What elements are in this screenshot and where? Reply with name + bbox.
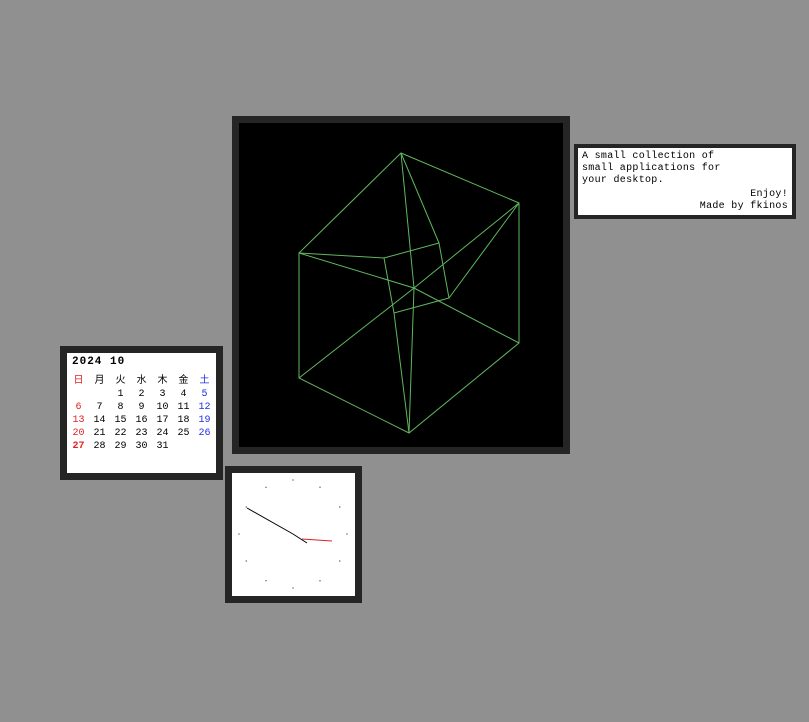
calendar-dow: 日 bbox=[68, 370, 89, 388]
calendar-day: 11 bbox=[173, 401, 194, 414]
calendar-day: 24 bbox=[152, 427, 173, 440]
calendar-day: 18 bbox=[173, 414, 194, 427]
analog-clock-widget[interactable] bbox=[225, 466, 362, 603]
calendar-day: 19 bbox=[194, 414, 215, 427]
calendar-day: 31 bbox=[152, 440, 173, 453]
calendar-day: 20 bbox=[68, 427, 89, 440]
calendar-dow: 水 bbox=[131, 370, 152, 388]
info-note-widget[interactable]: A small collection of small applications… bbox=[574, 144, 796, 219]
calendar-grid: 日月火水木金土 12345678910111213141516171819202… bbox=[68, 370, 215, 453]
calendar-day: 10 bbox=[152, 401, 173, 414]
info-enjoy: Enjoy! bbox=[700, 189, 788, 201]
calendar-title: 2024 10 bbox=[68, 356, 215, 370]
calendar-widget[interactable]: 2024 10 日月火水木金土 123456789101112131415161… bbox=[60, 346, 223, 480]
calendar-day bbox=[89, 388, 110, 401]
calendar-day: 15 bbox=[110, 414, 131, 427]
calendar-day: 12 bbox=[194, 401, 215, 414]
calendar-day: 8 bbox=[110, 401, 131, 414]
wireframe-cube-widget[interactable] bbox=[232, 116, 570, 454]
calendar-day: 23 bbox=[131, 427, 152, 440]
calendar-day: 16 bbox=[131, 414, 152, 427]
calendar-day: 5 bbox=[194, 388, 215, 401]
calendar-day: 30 bbox=[131, 440, 152, 453]
calendar-day: 4 bbox=[173, 388, 194, 401]
info-line: your desktop. bbox=[582, 175, 788, 187]
calendar-day bbox=[173, 440, 194, 453]
calendar-dow: 月 bbox=[89, 370, 110, 388]
calendar-day: 26 bbox=[194, 427, 215, 440]
calendar-day: 27 bbox=[68, 440, 89, 453]
calendar-day: 17 bbox=[152, 414, 173, 427]
calendar-day: 1 bbox=[110, 388, 131, 401]
calendar-dow: 火 bbox=[110, 370, 131, 388]
calendar-day: 3 bbox=[152, 388, 173, 401]
calendar-day: 7 bbox=[89, 401, 110, 414]
calendar-day: 2 bbox=[131, 388, 152, 401]
info-author: Made by fkinos bbox=[700, 201, 788, 213]
calendar-day: 25 bbox=[173, 427, 194, 440]
cube-svg bbox=[239, 123, 563, 447]
calendar-dow: 木 bbox=[152, 370, 173, 388]
calendar-day: 22 bbox=[110, 427, 131, 440]
calendar-dow: 金 bbox=[173, 370, 194, 388]
info-line: small applications for bbox=[582, 163, 788, 175]
calendar-day: 13 bbox=[68, 414, 89, 427]
calendar-day: 6 bbox=[68, 401, 89, 414]
calendar-day: 9 bbox=[131, 401, 152, 414]
clock-face bbox=[232, 473, 355, 596]
calendar-day: 21 bbox=[89, 427, 110, 440]
calendar-day: 29 bbox=[110, 440, 131, 453]
calendar-day bbox=[194, 440, 215, 453]
calendar-day bbox=[68, 388, 89, 401]
calendar-day: 28 bbox=[89, 440, 110, 453]
calendar-dow: 土 bbox=[194, 370, 215, 388]
calendar-day: 14 bbox=[89, 414, 110, 427]
info-line: A small collection of bbox=[582, 151, 788, 163]
